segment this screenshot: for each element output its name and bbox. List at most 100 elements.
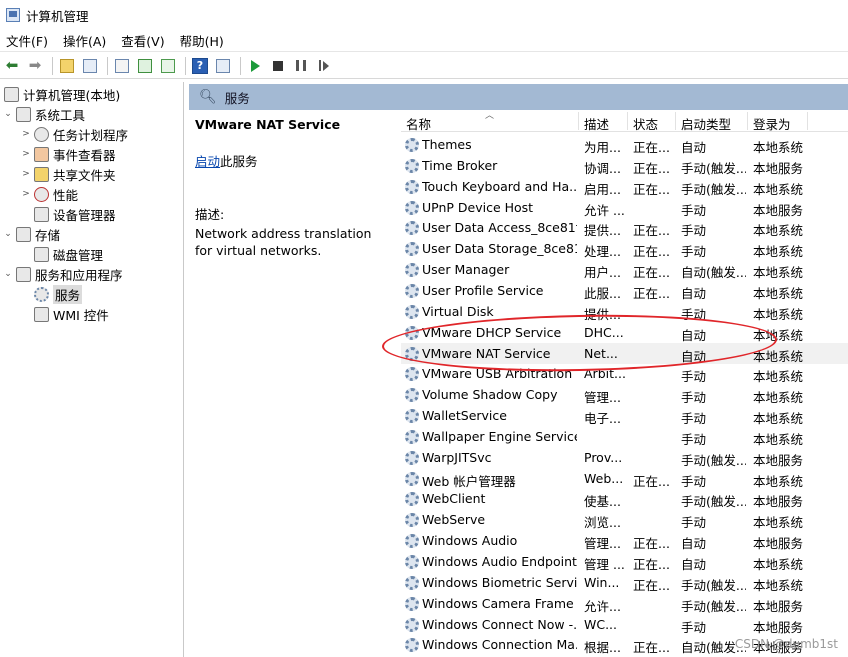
collapse-chevron-icon[interactable]: ⌄ <box>2 229 14 239</box>
expand-chevron-icon[interactable]: > <box>20 129 32 139</box>
up-one-level-button[interactable] <box>57 56 77 76</box>
tree-item-wmi-control[interactable]: WMI 控件 <box>32 304 109 324</box>
cell-name: Windows Connection Ma... <box>422 637 577 653</box>
collapse-chevron-icon[interactable]: ⌄ <box>2 269 14 279</box>
service-gear-icon <box>405 304 419 319</box>
start-service-icon <box>250 59 260 72</box>
start-service-link[interactable]: 启动 <box>195 154 220 169</box>
cell-log-on-as: 本地系统 <box>753 140 804 155</box>
service-row[interactable]: Web 帐户管理器 Web... 正在... 手动 本地系统 <box>401 468 848 489</box>
service-row[interactable]: Windows Audio 管理... 正在... 自动 本地服务 <box>401 530 848 551</box>
cell-log-on-as: 本地服务 <box>753 619 804 635</box>
service-row[interactable]: User Manager 用户... 正在... 自动(触发... 本地系统 <box>401 259 848 280</box>
cell-status: 正在... <box>633 473 670 489</box>
tree-item-label: 事件查看器 <box>53 147 116 163</box>
column-header-description[interactable]: 描述 <box>584 114 609 133</box>
expand-chevron-icon[interactable]: > <box>20 189 32 199</box>
service-row[interactable]: WebServe 浏览... 手动 本地系统 <box>401 509 848 530</box>
refresh-button[interactable] <box>135 56 155 76</box>
service-row[interactable]: VMware NAT Service Net... 自动 本地系统 <box>401 342 848 364</box>
properties-button[interactable] <box>213 56 233 76</box>
tree-item-services[interactable]: 服务 <box>32 284 83 304</box>
column-header-startup-type[interactable]: 启动类型 <box>681 114 731 133</box>
service-row[interactable]: Windows Camera Frame ... 允许... 手动(触发... 本地服… <box>401 593 848 614</box>
service-row[interactable]: UPnP Device Host 允许 ... 手动 本地服务 <box>401 197 848 218</box>
service-row[interactable]: Virtual Disk 提供... 手动 本地系统 <box>401 301 848 322</box>
export-list-button[interactable] <box>112 56 132 76</box>
export-button[interactable] <box>158 56 178 76</box>
service-row[interactable]: VMware USB Arbitration ... Arbit... 手动 本地系统 <box>401 363 848 384</box>
back-button[interactable]: ⬅ <box>2 56 22 76</box>
expand-chevron-icon[interactable]: > <box>20 169 32 179</box>
restart-service-button[interactable] <box>314 56 334 76</box>
stop-service-button[interactable] <box>268 56 288 76</box>
tree-item-device-manager[interactable]: 设备管理器 <box>32 204 116 224</box>
cell-log-on-as: 本地系统 <box>753 327 804 343</box>
cell-startup-type: 手动 <box>681 223 707 239</box>
cell-description: Web... <box>584 470 624 486</box>
up-folder-icon <box>60 58 74 73</box>
service-row[interactable]: Windows Audio Endpoint... 管理 ... 正在... 自动 本地… <box>401 551 848 572</box>
column-header-name[interactable]: 名称 <box>406 114 431 133</box>
service-row[interactable]: WarpJITSvc Prov... 手动(触发... 本地服务 <box>401 447 848 468</box>
tree-item-shared-folders[interactable]: > 共享文件夹 <box>20 164 116 184</box>
service-row[interactable]: Windows Connect Now -... WC... 手动 本地服务 <box>401 614 848 635</box>
start-service-line: 启动此服务 <box>195 151 383 170</box>
cell-description: 使基... <box>584 494 621 510</box>
start-service-button[interactable] <box>245 56 265 76</box>
help-button[interactable]: ? <box>190 56 210 76</box>
column-header-log-on-as[interactable]: 登录为 <box>753 114 791 133</box>
service-row[interactable]: Volume Shadow Copy 管理... 手动 本地系统 <box>401 384 848 405</box>
pause-service-button[interactable] <box>291 56 311 76</box>
pause-service-icon <box>296 60 306 71</box>
column-divider[interactable] <box>578 112 579 130</box>
expand-chevron-icon[interactable]: > <box>20 149 32 159</box>
tree-item-services-and-applications[interactable]: ⌄ 服务和应用程序 <box>2 264 123 284</box>
service-row[interactable]: WalletService 电子... 手动 本地系统 <box>401 405 848 426</box>
service-row[interactable]: Wallpaper Engine Service 手动 本地系统 <box>401 426 848 447</box>
tree-item-label: 服务 <box>53 284 83 304</box>
tree-item-disk-management[interactable]: 磁盘管理 <box>32 244 103 264</box>
menu-view[interactable]: 查看(V) <box>121 31 164 50</box>
collapse-chevron-icon[interactable]: ⌄ <box>2 109 14 119</box>
toolbar: ⬅ ➡ ? <box>0 53 848 79</box>
service-row[interactable]: User Profile Service 此服... 正在... 自动 本地系统 <box>401 280 848 301</box>
header-title: 服务 <box>224 90 250 106</box>
tree-item-performance[interactable]: > 性能 <box>20 184 78 204</box>
service-row[interactable]: User Data Storage_8ce81... 处理... 正在... 手动 本地… <box>401 238 848 259</box>
service-row[interactable]: User Data Access_8ce81f3 提供... 正在... 手动 本地系统 <box>401 217 848 238</box>
service-gear-icon <box>405 325 419 340</box>
column-divider[interactable] <box>627 112 628 130</box>
tree-item-task-scheduler[interactable]: > 任务计划程序 <box>20 124 128 144</box>
menu-help[interactable]: 帮助(H) <box>180 31 224 50</box>
cell-name: User Data Storage_8ce81... <box>422 241 577 257</box>
cell-description: 协调... <box>584 160 621 176</box>
tree-item-computer-management[interactable]: 计算机管理(本地) <box>2 84 120 104</box>
show-hide-tree-button[interactable] <box>80 56 100 76</box>
forward-button[interactable]: ➡ <box>25 56 45 76</box>
column-header-status[interactable]: 状态 <box>633 114 658 133</box>
services-icon <box>34 286 49 302</box>
menu-action[interactable]: 操作(A) <box>63 31 106 50</box>
tree-item-event-viewer[interactable]: > 事件查看器 <box>20 144 116 164</box>
service-gear-icon <box>405 367 419 382</box>
service-gear-icon <box>405 388 419 403</box>
service-row[interactable]: WebClient 使基... 手动(触发... 本地服务 <box>401 488 848 509</box>
service-row[interactable]: Touch Keyboard and Ha... 启用... 正在... 手动(触发.… <box>401 176 848 197</box>
service-description-pane: VMware NAT Service 启动此服务 描述: Network add… <box>189 110 389 657</box>
service-row[interactable]: Time Broker 协调... 正在... 手动(触发... 本地服务 <box>401 155 848 176</box>
tree-item-system-tools[interactable]: ⌄ 系统工具 <box>2 104 85 124</box>
column-divider[interactable] <box>747 112 748 130</box>
service-row[interactable]: Windows Biometric Servi... Win... 正在... 手动(… <box>401 572 848 593</box>
service-row[interactable]: Themes 为用... 正在... 自动 本地系统 <box>401 134 848 155</box>
service-gear-icon <box>405 409 419 424</box>
service-gear-icon <box>405 179 419 194</box>
service-row[interactable]: VMware DHCP Service DHC... 自动 本地系统 <box>401 322 848 343</box>
tree-item-storage[interactable]: ⌄ 存储 <box>2 224 60 244</box>
shared-folders-icon <box>34 166 49 182</box>
column-divider[interactable] <box>675 112 676 130</box>
cell-startup-type: 手动 <box>681 411 707 427</box>
menu-file[interactable]: 文件(F) <box>6 31 48 50</box>
column-divider[interactable] <box>807 112 808 130</box>
service-gear-icon <box>405 263 419 278</box>
